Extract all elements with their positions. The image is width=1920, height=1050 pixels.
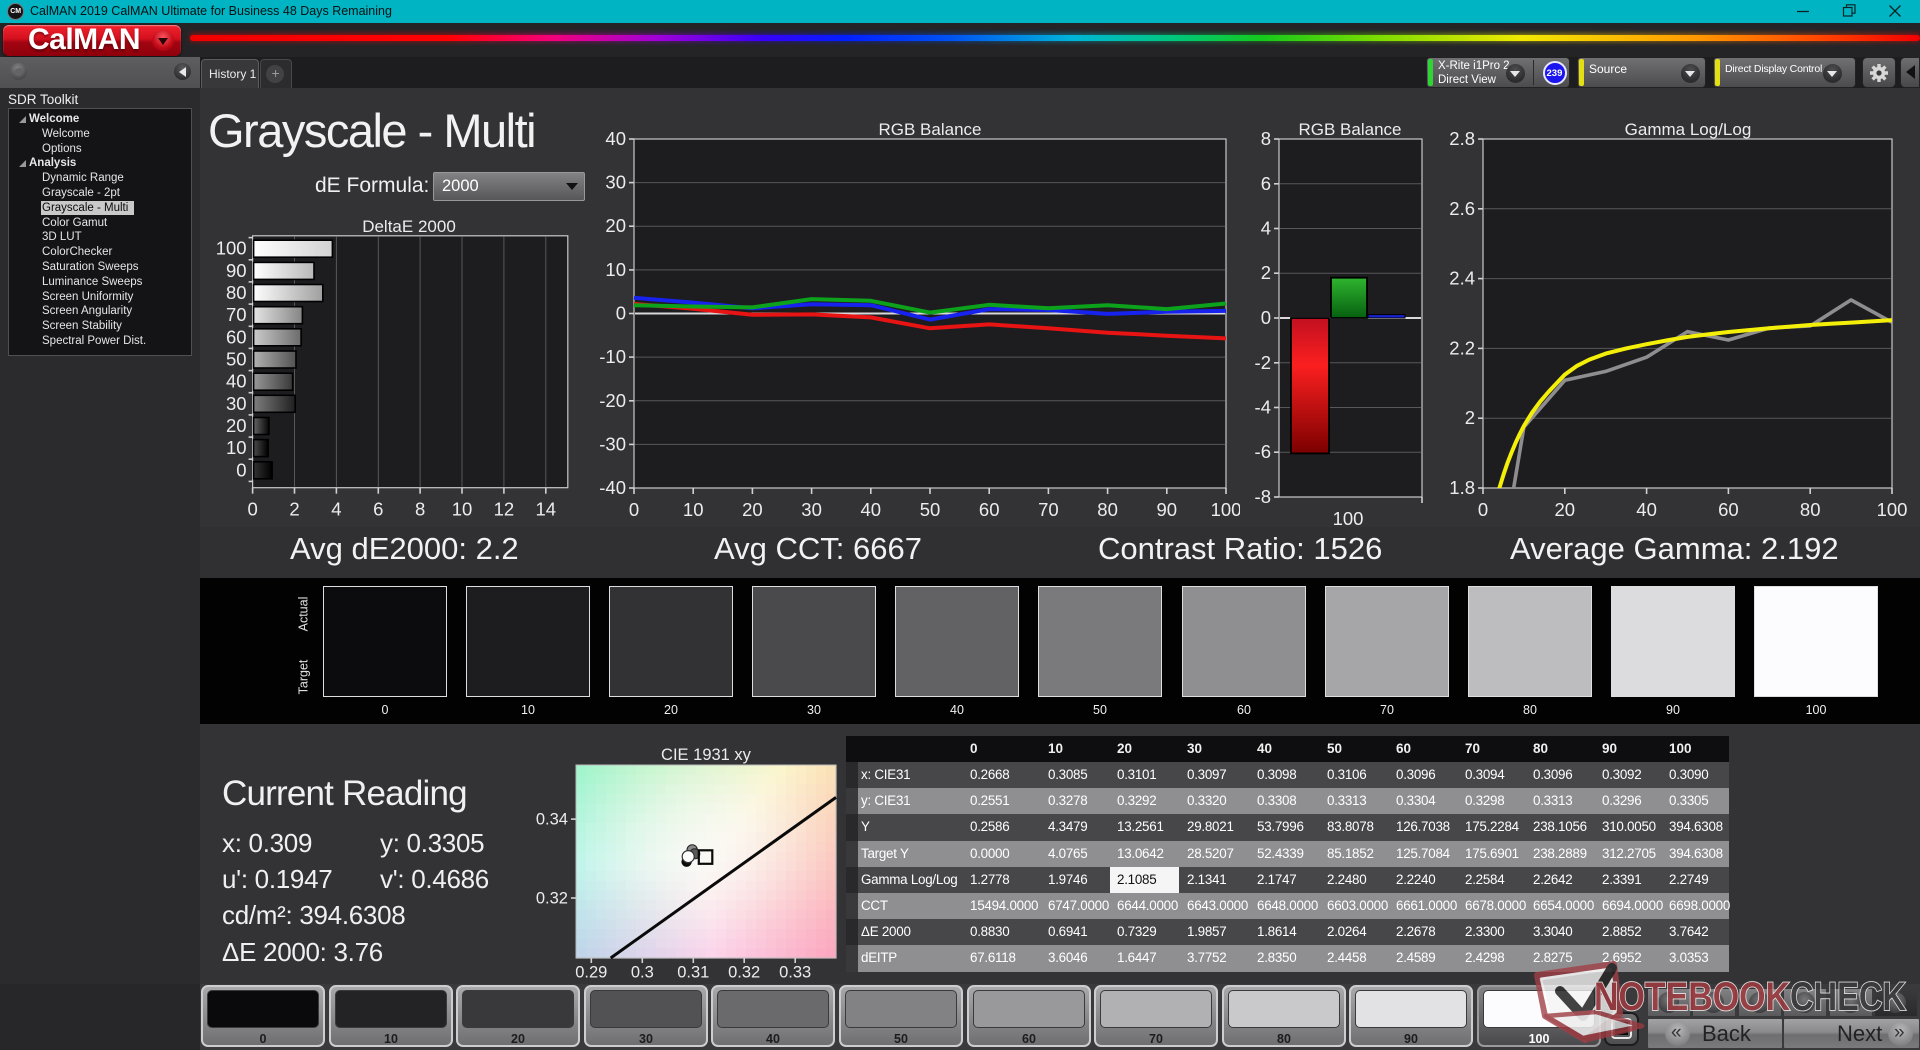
svg-text:0: 0 xyxy=(1261,307,1271,328)
svg-text:60: 60 xyxy=(979,499,1000,520)
svg-text:CIE 1931 xy: CIE 1931 xy xyxy=(661,746,752,764)
svg-text:10: 10 xyxy=(226,437,247,458)
svg-text:10: 10 xyxy=(605,259,626,280)
svg-text:100: 100 xyxy=(1877,499,1908,520)
svg-text:100: 100 xyxy=(1211,499,1240,520)
svg-text:2: 2 xyxy=(1261,262,1271,283)
svg-text:90: 90 xyxy=(1157,499,1178,520)
svg-text:30: 30 xyxy=(801,499,822,520)
svg-text:80: 80 xyxy=(1097,499,1118,520)
svg-text:-40: -40 xyxy=(600,477,626,498)
svg-text:100: 100 xyxy=(1333,508,1364,529)
svg-text:-10: -10 xyxy=(600,346,626,367)
svg-text:0.33: 0.33 xyxy=(779,964,811,982)
svg-text:40: 40 xyxy=(605,128,626,149)
svg-text:2.4: 2.4 xyxy=(1449,268,1475,289)
svg-text:2: 2 xyxy=(289,499,299,520)
svg-text:50: 50 xyxy=(920,499,941,520)
svg-text:40: 40 xyxy=(226,371,247,392)
svg-text:0.32: 0.32 xyxy=(728,964,760,982)
svg-text:0.3: 0.3 xyxy=(631,964,654,982)
svg-text:0.32: 0.32 xyxy=(536,890,568,908)
svg-text:60: 60 xyxy=(226,326,247,347)
svg-text:-2: -2 xyxy=(1255,352,1271,373)
svg-text:10: 10 xyxy=(683,499,704,520)
svg-text:-6: -6 xyxy=(1255,441,1271,462)
svg-text:0: 0 xyxy=(616,303,626,324)
svg-text:0.31: 0.31 xyxy=(677,964,709,982)
svg-text:40: 40 xyxy=(1636,499,1657,520)
svg-text:1.8: 1.8 xyxy=(1449,477,1475,498)
svg-text:0: 0 xyxy=(1478,499,1488,520)
svg-text:0: 0 xyxy=(247,499,257,520)
svg-text:RGB Balance: RGB Balance xyxy=(879,120,982,139)
svg-text:0: 0 xyxy=(236,459,246,480)
svg-text:90: 90 xyxy=(226,260,247,281)
svg-text:DeltaE 2000: DeltaE 2000 xyxy=(362,217,456,236)
svg-text:30: 30 xyxy=(226,393,247,414)
svg-text:12: 12 xyxy=(494,499,515,520)
svg-text:NOTEBOOK: NOTEBOOK xyxy=(1594,975,1790,1019)
svg-text:RGB Balance: RGB Balance xyxy=(1299,120,1402,139)
svg-text:100: 100 xyxy=(216,238,247,259)
svg-text:6: 6 xyxy=(373,499,383,520)
svg-text:40: 40 xyxy=(861,499,882,520)
svg-text:80: 80 xyxy=(1800,499,1821,520)
svg-text:6: 6 xyxy=(1261,173,1271,194)
svg-text:70: 70 xyxy=(226,304,247,325)
svg-text:0: 0 xyxy=(629,499,639,520)
svg-text:2: 2 xyxy=(1465,407,1475,428)
svg-text:60: 60 xyxy=(1718,499,1739,520)
svg-text:CHECK: CHECK xyxy=(1790,975,1906,1019)
svg-text:0.34: 0.34 xyxy=(536,811,568,829)
svg-text:14: 14 xyxy=(536,499,557,520)
svg-text:8: 8 xyxy=(1261,128,1271,149)
svg-text:20: 20 xyxy=(226,415,247,436)
svg-text:-8: -8 xyxy=(1255,486,1271,507)
svg-text:-4: -4 xyxy=(1255,397,1271,418)
svg-text:Gamma Log/Log: Gamma Log/Log xyxy=(1625,120,1752,139)
svg-text:-30: -30 xyxy=(600,433,626,454)
svg-text:20: 20 xyxy=(1555,499,1576,520)
svg-text:70: 70 xyxy=(1038,499,1059,520)
svg-text:2.6: 2.6 xyxy=(1449,198,1475,219)
svg-text:30: 30 xyxy=(605,172,626,193)
svg-text:20: 20 xyxy=(742,499,763,520)
svg-text:0.29: 0.29 xyxy=(575,964,607,982)
svg-text:-20: -20 xyxy=(600,390,626,411)
svg-text:4: 4 xyxy=(331,499,341,520)
svg-text:50: 50 xyxy=(226,349,247,370)
svg-text:20: 20 xyxy=(605,215,626,236)
svg-text:80: 80 xyxy=(226,282,247,303)
svg-text:2.2: 2.2 xyxy=(1449,337,1475,358)
svg-text:10: 10 xyxy=(452,499,473,520)
svg-text:4: 4 xyxy=(1261,218,1271,239)
svg-text:8: 8 xyxy=(415,499,425,520)
svg-text:2.8: 2.8 xyxy=(1449,128,1475,149)
